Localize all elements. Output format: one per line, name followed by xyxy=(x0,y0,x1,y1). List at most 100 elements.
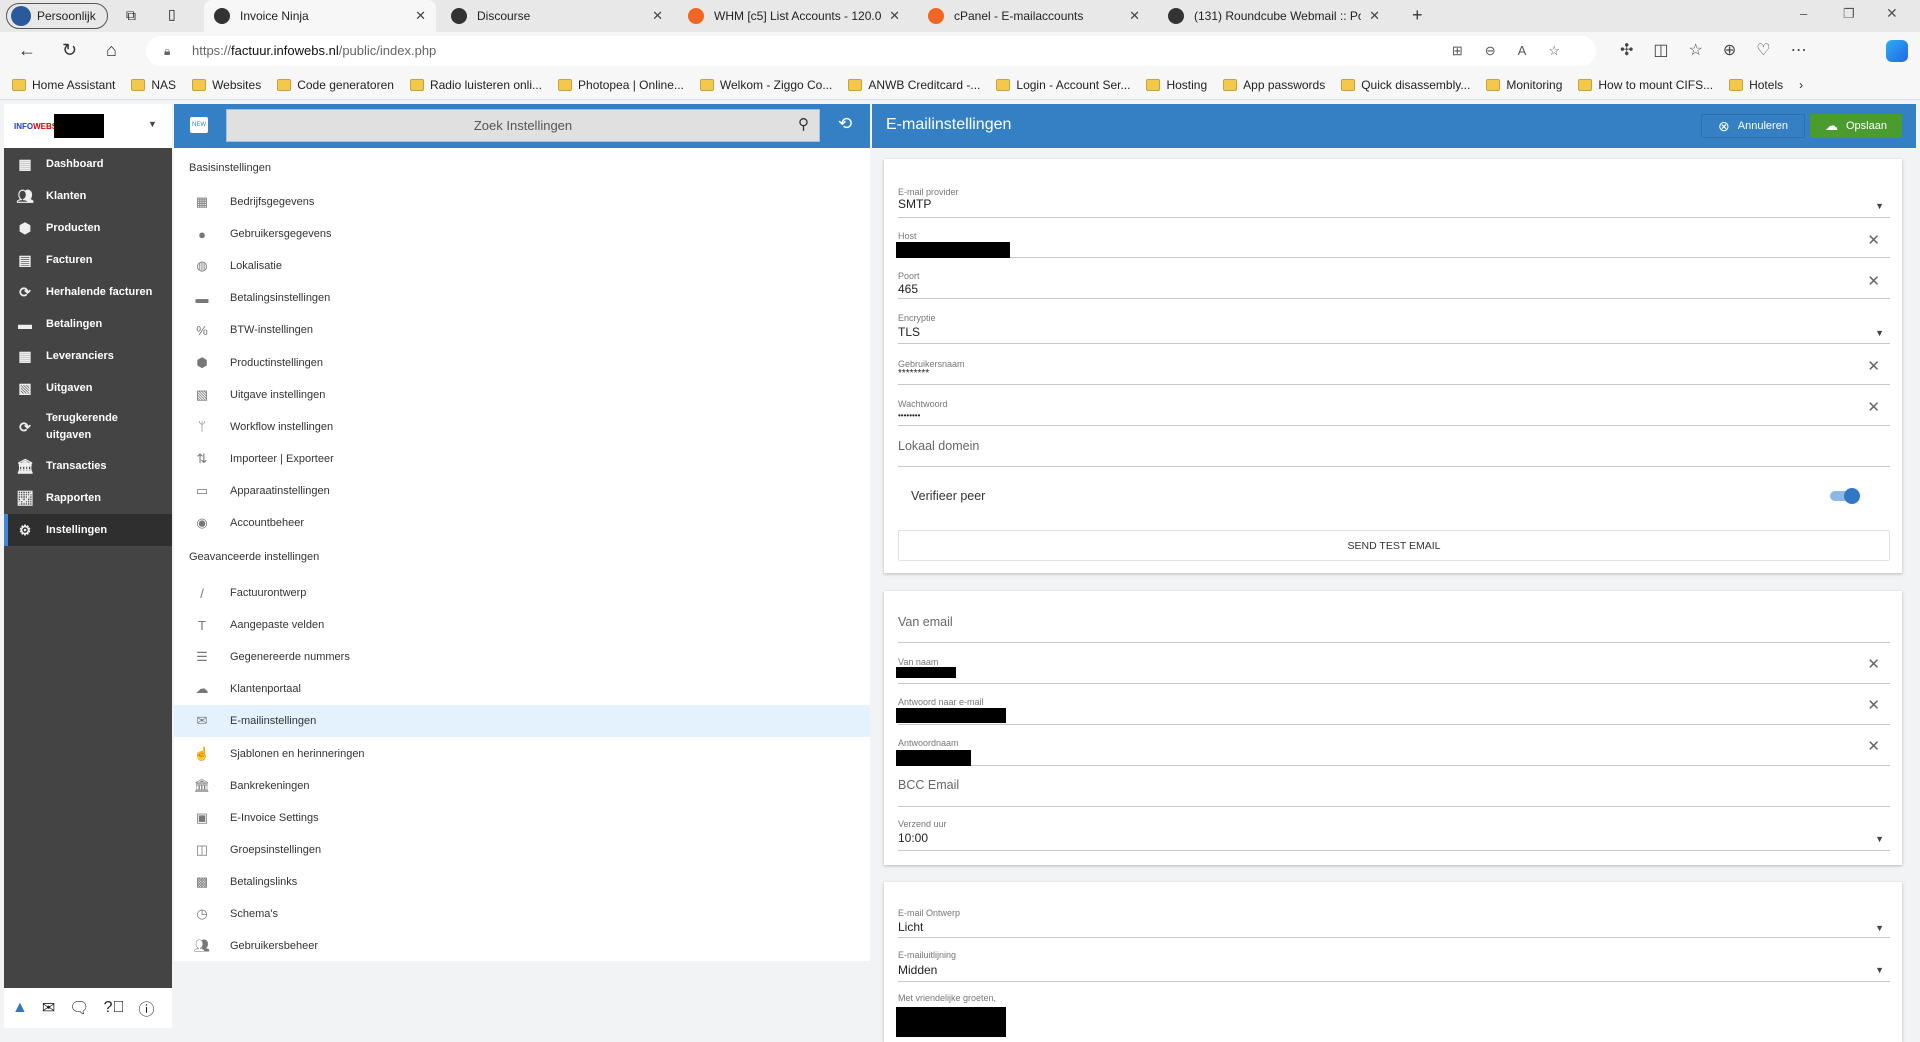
minimize-button[interactable]: – xyxy=(1800,6,1807,21)
bookmark-item[interactable]: Monitoring xyxy=(1486,78,1562,92)
history-icon[interactable]: ⟲ xyxy=(838,114,852,134)
settings-nav-item[interactable]: ▧ Uitgave instellingen xyxy=(174,379,870,411)
bookmark-item[interactable]: How to mount CIFS... xyxy=(1578,78,1713,92)
host-field[interactable]: Host ✕ xyxy=(896,218,1890,258)
sidebar-item-uitgaven[interactable]: ▧ Uitgaven xyxy=(4,372,172,404)
settings-nav-item[interactable]: ● Gebruikersgegevens xyxy=(174,218,870,250)
port-field[interactable]: Poort 465 ✕ xyxy=(898,258,1890,299)
new-badge[interactable]: NEW xyxy=(190,117,208,133)
settings-nav-item[interactable]: 🏛︎ Bankrekeningen xyxy=(174,770,870,802)
close-tab-icon[interactable]: ✕ xyxy=(652,8,663,24)
local-domain-field[interactable]: Lokaal domein xyxy=(898,426,1890,467)
tab-2[interactable]: WHM [c5] List Accounts - 120.0.1 ✕ xyxy=(678,0,910,32)
sidebar-item-klanten[interactable]: 👥︎ Klanten xyxy=(4,180,172,212)
help-icon[interactable]: ?⃝ xyxy=(104,999,125,1017)
settings-nav-item[interactable]: ☁ Klantenportaal xyxy=(174,673,870,705)
sidebar-item-instellingen[interactable]: ⚙ Instellingen xyxy=(4,514,172,546)
search-icon[interactable]: ⚲ xyxy=(798,115,809,133)
clear-icon[interactable]: ✕ xyxy=(1867,272,1880,290)
bookmark-item[interactable]: ANWB Creditcard -... xyxy=(848,78,980,92)
settings-nav-item[interactable]: ▦ Bedrijfsgegevens xyxy=(174,186,870,218)
signature-field[interactable]: Met vriendelijke groeten, xyxy=(896,982,1890,1042)
bcc-email-field[interactable]: BCC Email xyxy=(898,766,1890,807)
settings-nav-item[interactable]: ▭ Apparaatinstellingen xyxy=(174,475,870,507)
bookmark-item[interactable]: NAS xyxy=(131,78,176,92)
clear-icon[interactable]: ✕ xyxy=(1867,231,1880,249)
settings-nav-item[interactable]: ⬢ Productinstellingen xyxy=(174,347,870,379)
tab-3[interactable]: cPanel - E-mailaccounts ✕ xyxy=(918,0,1150,32)
sidebar-item-herhalende-facturen[interactable]: ⟳ Herhalende facturen xyxy=(4,276,172,308)
encryption-select[interactable]: Encryptie TLS ▼ xyxy=(898,299,1890,344)
send-test-email-button[interactable]: SEND TEST EMAIL xyxy=(898,530,1890,561)
bookmarks-overflow-icon[interactable]: › xyxy=(1799,78,1803,92)
reply-to-name-field[interactable]: Antwoordnaam ✕ xyxy=(896,725,1890,766)
bookmark-item[interactable]: Login - Account Ser... xyxy=(996,78,1130,92)
tab-1[interactable]: Discourse ✕ xyxy=(441,0,673,32)
address-bar-actions-icon[interactable]: ⊞⊖A☆ xyxy=(1452,36,1582,66)
settings-nav-item[interactable]: ◫ Groepsinstellingen xyxy=(174,834,870,866)
tab-0[interactable]: Invoice Ninja ✕ xyxy=(204,0,436,32)
sidebar-item-transacties[interactable]: 🏛︎ Transacties xyxy=(4,450,172,482)
bookmark-item[interactable]: Photopea | Online... xyxy=(558,78,684,92)
close-tab-icon[interactable]: ✕ xyxy=(1129,8,1140,24)
restore-button[interactable]: ❐ xyxy=(1843,6,1855,22)
sidebar-item-dashboard[interactable]: ▦ Dashboard xyxy=(4,148,172,180)
info-icon[interactable]: ⓘ xyxy=(138,996,154,1020)
tab-4[interactable]: (131) Roundcube Webmail :: Post ✕ xyxy=(1158,0,1390,32)
bookmark-item[interactable]: Websites xyxy=(192,78,261,92)
settings-nav-item[interactable]: ◉ Accountbeheer xyxy=(174,507,870,539)
settings-nav-item[interactable]: ☰ Gegenereerde nummers xyxy=(174,641,870,673)
settings-nav-item[interactable]: T Aangepaste velden xyxy=(174,609,870,641)
bookmark-item[interactable]: Code generatoren xyxy=(277,78,394,92)
company-selector[interactable]: INFOWEBS ▼ xyxy=(4,104,172,148)
bookmark-item[interactable]: Hotels xyxy=(1729,78,1783,92)
settings-nav-item[interactable]: ᛘ Workflow instellingen xyxy=(174,411,870,443)
bookmark-item[interactable]: Welkom - Ziggo Co... xyxy=(699,78,832,92)
close-tab-icon[interactable]: ✕ xyxy=(889,8,900,24)
sidebar-item-producten[interactable]: ⬢ Producten xyxy=(4,212,172,244)
sidebar-item-rapporten[interactable]: 📈︎ Rapporten xyxy=(4,482,172,514)
email-design-select[interactable]: E-mail Ontwerp Licht ▼ xyxy=(898,894,1890,938)
settings-nav-item[interactable]: % BTW-instellingen xyxy=(174,314,870,346)
bookmark-item[interactable]: Radio luisteren onli... xyxy=(409,78,542,92)
settings-nav-item[interactable]: ▣ E-Invoice Settings xyxy=(174,802,870,834)
clear-icon[interactable]: ✕ xyxy=(1867,357,1880,375)
clear-icon[interactable]: ✕ xyxy=(1867,398,1880,416)
settings-nav-item[interactable]: ▬ Betalingsinstellingen xyxy=(174,282,870,314)
email-alignment-select[interactable]: E-mailuitlijning Midden ▼ xyxy=(898,938,1890,982)
bookmark-item[interactable]: Hosting xyxy=(1146,78,1207,92)
clear-icon[interactable]: ✕ xyxy=(1867,696,1880,714)
from-name-field[interactable]: Van naam ✕ xyxy=(896,643,1890,684)
settings-nav-item[interactable]: ⇅ Importeer | Exporteer xyxy=(174,443,870,475)
reload-icon[interactable]: ↻ xyxy=(62,40,77,61)
sidebar-item-terugkerende-uitgaven[interactable]: ⟳ Terugkerende uitgaven xyxy=(4,404,172,450)
warning-icon[interactable]: ▲ xyxy=(12,999,28,1017)
close-window-button[interactable]: ✕ xyxy=(1886,5,1898,22)
bookmark-item[interactable]: Home Assistant xyxy=(12,78,115,92)
settings-nav-item[interactable]: 👥︎ Gebruikersbeheer xyxy=(174,930,870,962)
new-tab-button[interactable]: + xyxy=(1412,5,1423,26)
settings-nav-item[interactable]: ◷ Schema's xyxy=(174,898,870,930)
reply-to-email-field[interactable]: Antwoord naar e-mail ✕ xyxy=(896,684,1890,725)
tab-actions-icon[interactable]: ▯ xyxy=(168,6,176,23)
workspaces-icon[interactable]: ⧉ xyxy=(126,7,136,24)
profile-button[interactable]: Persoonlijk xyxy=(6,3,108,29)
settings-nav-item[interactable]: ▩ Betalingslinks xyxy=(174,866,870,898)
clear-icon[interactable]: ✕ xyxy=(1867,737,1880,755)
sidebar-item-betalingen[interactable]: ▬ Betalingen xyxy=(4,308,172,340)
mail-icon[interactable]: ✉ xyxy=(42,998,55,1018)
email-provider-select[interactable]: E-mail provider SMTP ▼ xyxy=(898,177,1890,218)
save-button[interactable]: ☁ Opslaan xyxy=(1810,114,1902,138)
chat-icon[interactable]: 🗨︎ xyxy=(69,998,89,1018)
home-icon[interactable]: ⌂ xyxy=(106,40,117,61)
copilot-icon[interactable] xyxy=(1886,40,1908,62)
settings-nav-item[interactable]: ✉ E-mailinstellingen xyxy=(174,705,870,738)
send-time-select[interactable]: Verzend uur 10:00 ▼ xyxy=(898,807,1890,851)
username-field[interactable]: Gebruikersnaam ******** ✕ xyxy=(898,344,1890,385)
address-bar[interactable]: 🔒︎ https://factuur.infowebs.nl/public/in… xyxy=(146,36,1596,66)
cancel-button[interactable]: ⊗ Annuleren xyxy=(1701,114,1805,138)
close-tab-icon[interactable]: ✕ xyxy=(415,8,426,24)
bookmark-item[interactable]: Quick disassembly... xyxy=(1341,78,1470,92)
sidebar-item-facturen[interactable]: ▤ Facturen xyxy=(4,244,172,276)
settings-search-input[interactable]: Zoek Instellingen xyxy=(226,109,820,142)
